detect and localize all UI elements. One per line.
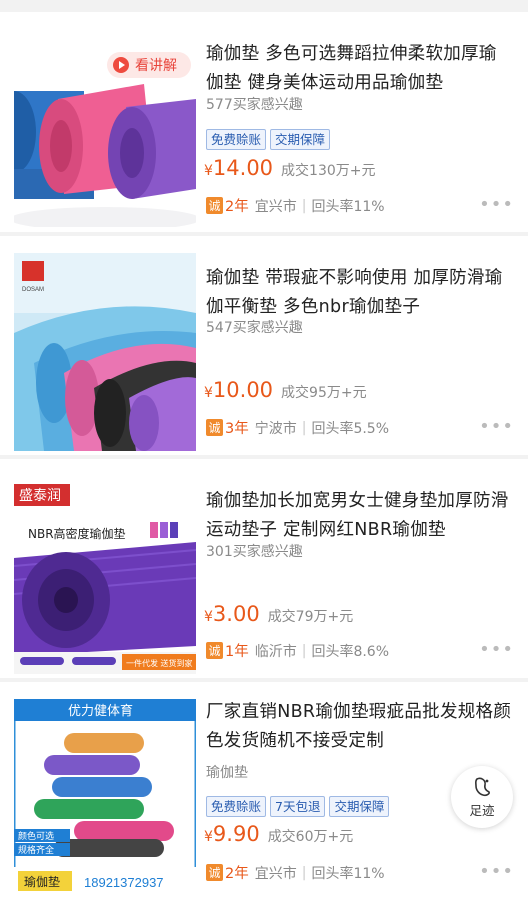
play-icon — [113, 57, 129, 73]
chengxin-badge-icon: 诚 — [206, 864, 223, 881]
product-card[interactable]: DOSAM 瑜伽垫 带瑕疵不影响使用 加厚防滑瑜伽平衡垫 多色nbr瑜伽垫子 5… — [0, 236, 528, 455]
seller-city: 宜兴市 — [254, 865, 297, 882]
service-tags: 免费赊账 7天包退 交期保障 — [206, 796, 390, 817]
deal-volume: 成交130万+元 — [281, 163, 376, 179]
brand-logo-text: DOSAM — [22, 287, 44, 293]
image-banner-text: 优力健体育 — [68, 703, 133, 719]
image-footer-text: 一件代发 送货到家 — [126, 658, 193, 668]
footprint-icon — [474, 777, 490, 796]
repurchase-rate: 回头率5.5% — [311, 420, 390, 437]
seller-meta: 诚 3年 宁波市 | 回头率5.5% — [206, 417, 389, 438]
price-row: ¥ 10.00 成交95万+元 — [204, 378, 367, 402]
separator: | — [301, 197, 307, 214]
chengxin-badge-icon: 诚 — [206, 197, 223, 214]
seller-years: 2年 — [225, 866, 249, 882]
service-tag: 交期保障 — [329, 796, 390, 817]
repurchase-rate: 回头率11% — [311, 198, 385, 215]
price: 3.00 — [212, 602, 260, 626]
repurchase-rate: 回头率11% — [311, 865, 385, 882]
seller-meta: 诚 2年 宜兴市 | 回头率11% — [206, 195, 385, 216]
product-image[interactable]: 优力健体育 颜色可选 规格齐全 瑜伽垫 18921372937 — [14, 699, 196, 897]
price: 10.00 — [212, 378, 274, 402]
separator: | — [301, 419, 307, 436]
price: 9.90 — [212, 822, 260, 846]
more-options-icon[interactable]: ••• — [479, 194, 514, 215]
footprint-button[interactable]: 足迹 — [451, 766, 513, 828]
watch-explanation-button[interactable]: 看讲解 — [107, 52, 191, 78]
product-image[interactable]: 盛泰润 NBR高密度瑜伽垫 一件代发 送货到家 — [14, 476, 196, 674]
product-category: 瑜伽垫 — [206, 765, 248, 781]
image-product-label: 瑜伽垫 — [24, 874, 60, 889]
product-list: 看讲解 瑜伽垫 多色可选舞蹈拉伸柔软加厚瑜伽垫 健身美体运动用品瑜伽垫 577买… — [0, 0, 528, 914]
interest-count: 301买家感兴趣 — [206, 544, 303, 560]
interest-count: 577买家感兴趣 — [206, 97, 303, 113]
repurchase-rate: 回头率8.6% — [311, 643, 390, 660]
seller-meta: 诚 1年 临沂市 | 回头率8.6% — [206, 640, 389, 661]
footprint-label: 足迹 — [469, 802, 495, 818]
deal-volume: 成交95万+元 — [281, 385, 367, 401]
separator: | — [301, 642, 307, 659]
image-feature-1: 颜色可选 — [18, 830, 54, 842]
product-card[interactable]: 优力健体育 颜色可选 规格齐全 瑜伽垫 18921372937 厂家直销NBR瑜… — [0, 682, 528, 914]
product-title[interactable]: 厂家直销NBR瑜伽垫瑕疵品批发规格颜色发货随机不接受定制 — [206, 698, 514, 756]
more-options-icon[interactable]: ••• — [479, 416, 514, 437]
chengxin-badge-icon: 诚 — [206, 642, 223, 659]
interest-count: 547买家感兴趣 — [206, 320, 303, 336]
more-options-icon[interactable]: ••• — [479, 639, 514, 660]
currency-symbol: ¥ — [204, 829, 213, 845]
seller-city: 宁波市 — [254, 420, 297, 437]
seller-years: 1年 — [225, 644, 249, 660]
price-row: ¥ 14.00 成交130万+元 — [204, 156, 376, 180]
price-row: ¥ 9.90 成交60万+元 — [204, 822, 353, 846]
seller-meta: 诚 2年 宜兴市 | 回头率11% — [206, 862, 385, 883]
currency-symbol: ¥ — [204, 609, 213, 625]
seller-city: 宜兴市 — [254, 198, 297, 215]
service-tag: 交期保障 — [270, 129, 331, 150]
currency-symbol: ¥ — [204, 163, 213, 179]
explain-label: 看讲解 — [135, 58, 177, 74]
deal-volume: 成交79万+元 — [267, 609, 354, 625]
chengxin-badge-icon: 诚 — [206, 419, 223, 436]
deal-volume: 成交60万+元 — [267, 829, 354, 845]
seller-city: 临沂市 — [254, 643, 297, 660]
price: 14.00 — [212, 156, 274, 180]
separator: | — [301, 864, 307, 881]
service-tag: 免费赊账 — [206, 129, 267, 150]
more-options-icon[interactable]: ••• — [479, 861, 514, 882]
product-card[interactable]: 看讲解 瑜伽垫 多色可选舞蹈拉伸柔软加厚瑜伽垫 健身美体运动用品瑜伽垫 577买… — [0, 12, 528, 232]
image-caption: NBR高密度瑜伽垫 — [28, 526, 126, 541]
product-title[interactable]: 瑜伽垫 带瑕疵不影响使用 加厚防滑瑜伽平衡垫 多色nbr瑜伽垫子 — [206, 264, 514, 322]
seller-years: 2年 — [225, 199, 249, 215]
image-phone: 18921372937 — [84, 875, 164, 890]
seller-years: 3年 — [225, 421, 249, 437]
product-title[interactable]: 瑜伽垫加长加宽男女士健身垫加厚防滑运动垫子 定制网红NBR瑜伽垫 — [206, 487, 514, 545]
image-feature-2: 规格齐全 — [18, 844, 54, 856]
product-image[interactable]: DOSAM — [14, 253, 196, 451]
product-card[interactable]: 盛泰润 NBR高密度瑜伽垫 一件代发 送货到家 瑜伽垫加长加宽男女士健身垫加厚防… — [0, 459, 528, 678]
price-row: ¥ 3.00 成交79万+元 — [204, 602, 353, 626]
service-tag: 免费赊账 — [206, 796, 267, 817]
image-brand-label: 盛泰润 — [19, 488, 61, 504]
service-tag: 7天包退 — [270, 796, 326, 817]
currency-symbol: ¥ — [204, 385, 213, 401]
product-title[interactable]: 瑜伽垫 多色可选舞蹈拉伸柔软加厚瑜伽垫 健身美体运动用品瑜伽垫 — [206, 40, 514, 98]
service-tags: 免费赊账 交期保障 — [206, 129, 331, 150]
